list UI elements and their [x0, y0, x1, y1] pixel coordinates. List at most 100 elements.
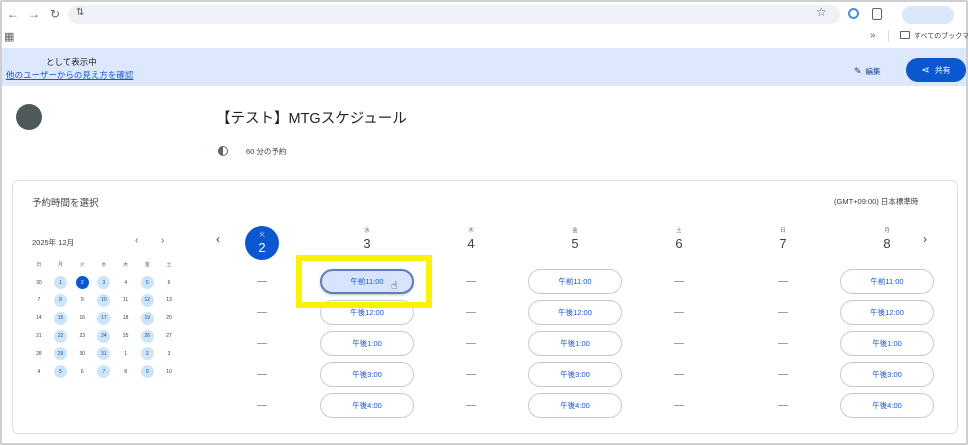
edit-button[interactable]: ✎ 編集	[854, 64, 881, 78]
mini-calendar-day[interactable]: 3	[162, 347, 175, 360]
mini-calendar-cell: 21	[28, 327, 50, 345]
time-slot-button[interactable]: 午後4:00	[320, 393, 414, 418]
mini-calendar-day[interactable]: 15	[54, 311, 68, 325]
reload-icon[interactable]: ↻	[50, 6, 60, 22]
day-header: 金5	[545, 226, 605, 252]
mini-calendar-day[interactable]: 30	[32, 276, 45, 289]
browser-toolbar: ← → ↻ ⇅ ☆	[2, 2, 966, 26]
mini-calendar-day[interactable]: 31	[97, 347, 111, 361]
time-slot-button[interactable]: 午後12:00	[840, 300, 934, 325]
mini-calendar-day[interactable]: 8	[119, 365, 132, 378]
address-bar[interactable]	[68, 5, 840, 24]
mini-calendar-day[interactable]: 10	[97, 293, 111, 307]
time-slot-button[interactable]: 午後1:00	[840, 331, 934, 356]
pencil-icon: ✎	[854, 65, 862, 76]
timezone-label[interactable]: (GMT+09:00) 日本標準時	[834, 196, 918, 207]
mini-calendar-day[interactable]: 1	[119, 347, 132, 360]
forward-arrow-icon[interactable]: →	[28, 6, 40, 22]
mini-calendar-day[interactable]: 14	[32, 312, 45, 325]
mini-calendar-day[interactable]: 5	[140, 276, 154, 290]
apps-grid-icon[interactable]: ▦	[4, 30, 14, 43]
day-number: 8	[883, 236, 891, 251]
mini-calendar-day[interactable]: 6	[76, 365, 89, 378]
bookmarks-more-icon[interactable]: »	[870, 30, 876, 41]
week-next-icon[interactable]: ›	[923, 232, 927, 246]
time-slot-button[interactable]: 午後3:00	[320, 362, 414, 387]
mini-calendar-day[interactable]: 10	[162, 365, 175, 378]
mini-calendar-prev-icon[interactable]: ‹	[135, 235, 138, 246]
time-slot-button[interactable]: 午後1:00	[528, 331, 622, 356]
time-slot-button[interactable]: 午後4:00	[840, 393, 934, 418]
mini-calendar-day[interactable]: 19	[140, 311, 154, 325]
mini-calendar-next-icon[interactable]: ›	[161, 235, 164, 246]
mini-calendar-day[interactable]: 17	[97, 311, 111, 325]
time-slot-button[interactable]: 午前11:00	[840, 269, 934, 294]
time-slot-button[interactable]: 午後3:00	[840, 362, 934, 387]
mini-calendar-cell: 31	[93, 345, 115, 363]
mini-calendar-day[interactable]: 22	[54, 329, 68, 343]
mini-calendar-day[interactable]: 29	[54, 347, 68, 361]
time-slot-button[interactable]: 午後3:00	[528, 362, 622, 387]
mini-calendar-day[interactable]: 23	[76, 330, 89, 343]
mini-calendar-day[interactable]: 1	[54, 276, 68, 290]
time-slot-button[interactable]: 午前11:00	[528, 269, 622, 294]
view-as-others-link[interactable]: 他のユーザーからの見え方を確認	[6, 69, 133, 81]
extensions-puzzle-icon[interactable]	[872, 8, 882, 20]
mini-calendar-day[interactable]: 2	[140, 347, 154, 361]
mini-calendar-day[interactable]: 6	[162, 276, 175, 289]
profile-button[interactable]	[902, 6, 954, 24]
mini-calendar-day[interactable]: 5	[54, 365, 68, 379]
mini-calendar-day[interactable]: 28	[32, 347, 45, 360]
share-button[interactable]: ⋖ 共有	[906, 58, 966, 82]
mini-calendar-cell: 4	[115, 274, 137, 292]
mini-calendar-day[interactable]: 21	[32, 330, 45, 343]
mini-calendar-day[interactable]: 30	[76, 347, 89, 360]
day-of-week-label: 金	[572, 228, 578, 234]
time-slot-button[interactable]: 午後1:00	[320, 331, 414, 356]
mini-calendar-day[interactable]: 9	[76, 294, 89, 307]
mini-calendar-day-selected[interactable]: 2	[75, 276, 89, 290]
mini-calendar-cell: 1	[50, 274, 72, 292]
mini-calendar-day[interactable]: 12	[140, 293, 154, 307]
site-settings-icon[interactable]: ⇅	[76, 7, 84, 18]
mini-calendar-cell: 16	[71, 309, 93, 327]
mini-calendar-day[interactable]: 3	[97, 276, 111, 290]
mini-calendar-day[interactable]: 16	[76, 312, 89, 325]
duration-label: 60 分の予約	[246, 147, 287, 156]
mini-calendar-day[interactable]: 26	[140, 329, 154, 343]
no-slot-dash	[778, 374, 788, 375]
mini-calendar-day[interactable]: 4	[119, 276, 132, 289]
back-arrow-icon[interactable]: ←	[7, 6, 19, 22]
day-header: 月8	[857, 226, 917, 252]
folder-icon	[900, 31, 910, 39]
mini-calendar-cell: 25	[115, 327, 137, 345]
mini-calendar-day[interactable]: 24	[97, 329, 111, 343]
mini-calendar-cell: 3	[93, 274, 115, 292]
mini-calendar-cell: 11	[115, 292, 137, 310]
mini-calendar-cell: 28	[28, 345, 50, 363]
mini-calendar-day[interactable]: 18	[119, 312, 132, 325]
all-bookmarks-link[interactable]: すべてのブックマ	[914, 31, 968, 41]
mini-calendar-day[interactable]: 9	[140, 365, 154, 379]
mini-calendar-day[interactable]: 25	[119, 330, 132, 343]
mini-calendar-day[interactable]: 20	[162, 312, 175, 325]
no-slot-dash	[674, 374, 684, 375]
mini-calendar-day[interactable]: 4	[32, 365, 45, 378]
mini-calendar-cell: 14	[28, 309, 50, 327]
no-slot-dash	[466, 281, 476, 282]
extension-icon[interactable]	[848, 8, 859, 19]
mini-calendar-day[interactable]: 27	[162, 330, 175, 343]
bookmark-star-icon[interactable]: ☆	[816, 5, 827, 19]
weekday-label: 金	[144, 262, 150, 269]
week-prev-icon[interactable]: ‹	[216, 232, 220, 246]
mini-calendar-day[interactable]: 13	[162, 294, 175, 307]
mini-calendar-day[interactable]: 8	[54, 293, 68, 307]
mini-calendar-cell: 27	[158, 327, 180, 345]
mini-calendar-cell: 10	[158, 363, 180, 381]
mini-calendar-day[interactable]: 7	[97, 365, 111, 379]
mini-calendar-day[interactable]: 11	[119, 294, 132, 307]
time-slot-button[interactable]: 午後4:00	[528, 393, 622, 418]
duration-icon	[218, 146, 228, 156]
mini-calendar-day[interactable]: 7	[32, 294, 45, 307]
time-slot-button[interactable]: 午後12:00	[528, 300, 622, 325]
